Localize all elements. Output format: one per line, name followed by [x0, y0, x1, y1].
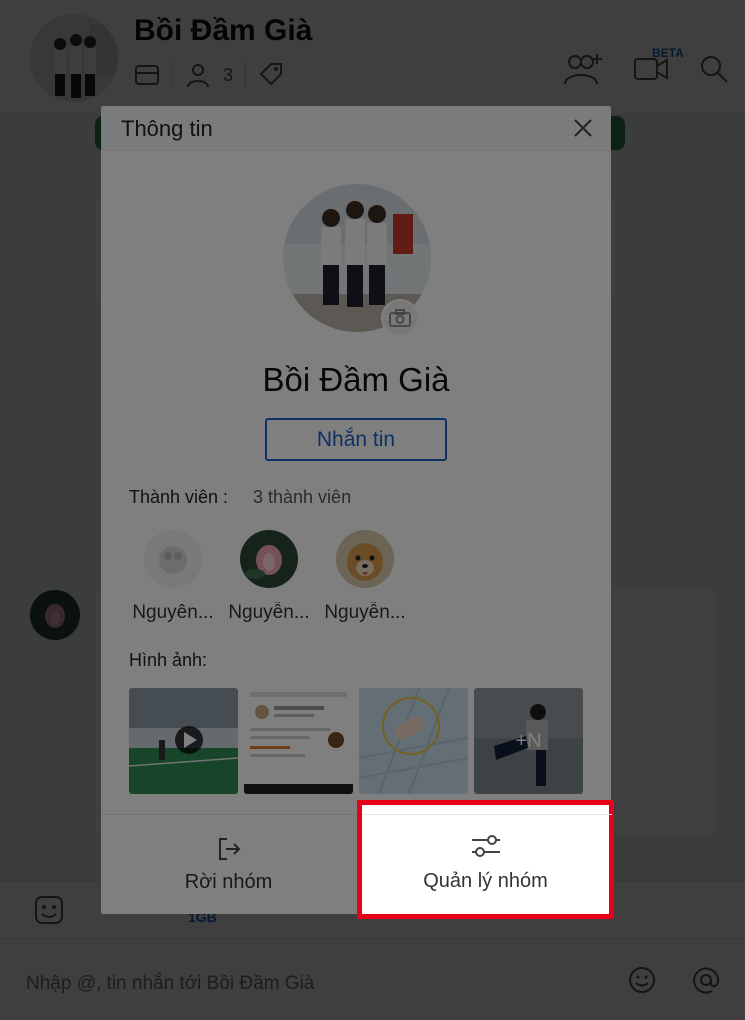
more-images-count: +N — [515, 729, 542, 752]
change-avatar-button[interactable] — [381, 299, 419, 337]
member-item[interactable]: Nguyên... — [127, 530, 219, 624]
member-name: Nguyễn... — [228, 602, 310, 623]
settings-sliders-icon — [471, 835, 500, 857]
members-count[interactable]: 3 thành viên — [253, 487, 351, 508]
leave-icon — [218, 838, 240, 860]
group-info-modal: Thông tin Bồi Đầm Già Nhắn tin Thành viê… — [101, 106, 611, 914]
member-avatar — [336, 530, 394, 588]
members-label: Thành viên : — [129, 487, 229, 507]
modal-title: Thông tin — [121, 116, 213, 141]
leave-group-label: Rời nhóm — [184, 871, 273, 893]
send-message-button[interactable]: Nhắn tin — [265, 418, 447, 461]
modal-header: Thông tin — [101, 106, 611, 151]
image-thumbnail[interactable] — [244, 688, 353, 794]
member-name: Nguyên... — [132, 602, 214, 623]
images-label: Hình ảnh: — [129, 650, 208, 670]
member-item[interactable]: Nguyễn... — [223, 530, 315, 624]
member-item[interactable]: Nguyễn... — [319, 530, 411, 624]
profile-name: Bồi Đầm Già — [262, 361, 450, 398]
manage-group-label: Quản lý nhóm — [423, 870, 548, 892]
more-images-thumbnail[interactable]: +N — [474, 688, 583, 794]
member-avatar — [240, 530, 298, 588]
member-name: Nguyễn... — [324, 602, 406, 623]
camera-icon — [389, 309, 411, 327]
member-avatar — [144, 530, 202, 588]
video-thumbnail[interactable] — [129, 688, 238, 794]
close-icon[interactable] — [569, 114, 597, 142]
manage-group-button[interactable]: Quản lý nhóm — [357, 800, 614, 919]
leave-group-button[interactable]: Rời nhóm — [101, 815, 356, 914]
image-thumbnail[interactable] — [359, 688, 468, 794]
